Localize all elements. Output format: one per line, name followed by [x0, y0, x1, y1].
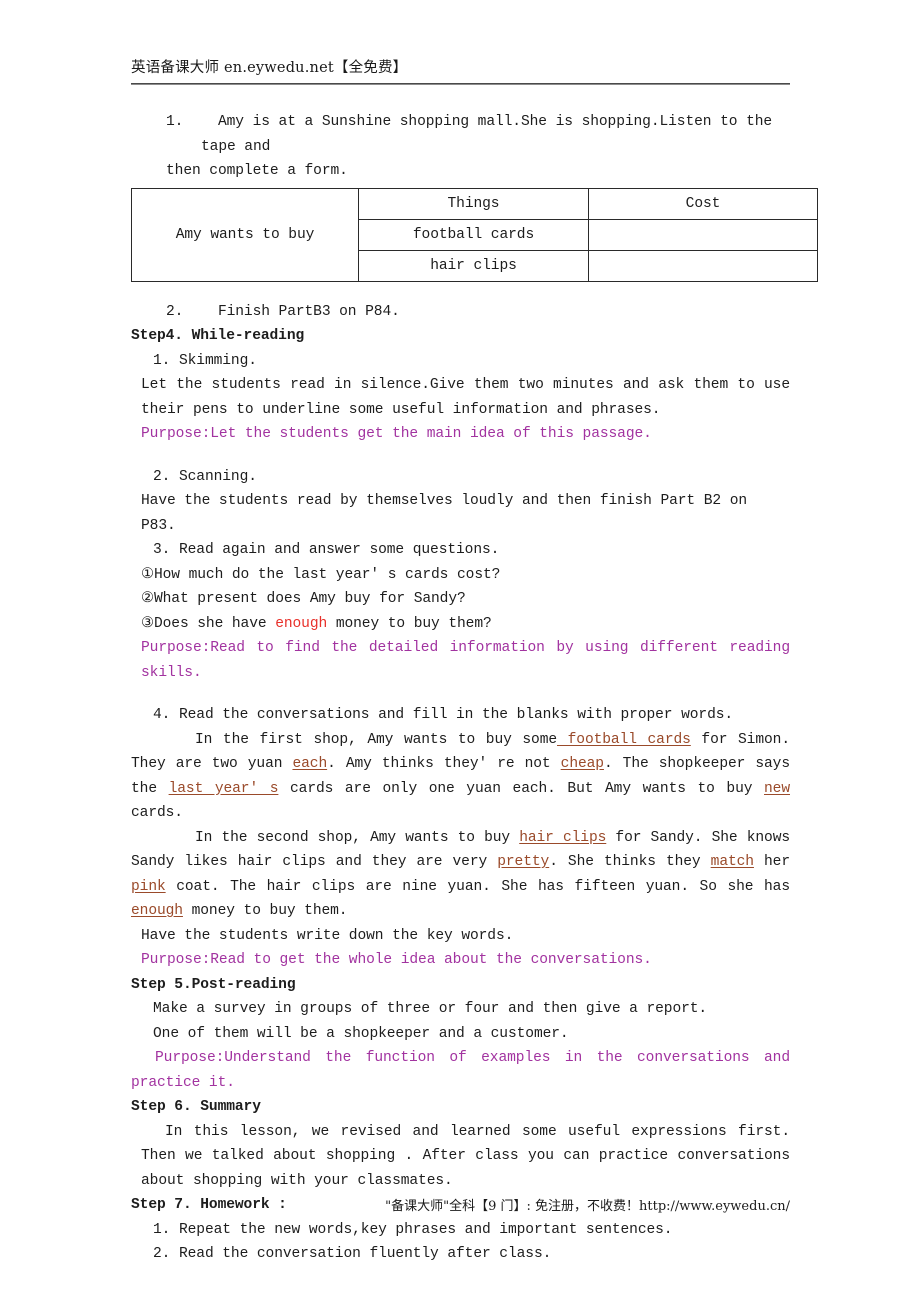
purpose-conversations: Purpose:Read to get the whole idea about…: [141, 952, 652, 968]
p2-text-3: . She thinks they: [549, 854, 711, 870]
question-1: ①How much do the last year' s cards cost…: [141, 566, 501, 583]
page-footer: "备课大师"全科【9 门】: 免注册，不收费！http://www.eywedu…: [131, 1197, 790, 1217]
p2-blank-2: pretty: [497, 854, 550, 870]
table-header-things: Things: [358, 187, 589, 220]
footer-promo-label: "备课大师"全科【9 门】: 免注册，不收费！http://www.eywedu…: [385, 1199, 790, 1214]
task-4-intro: 4. Read the conversations and fill in th…: [153, 707, 734, 723]
p2-blank-3: match: [710, 854, 754, 870]
question-2: ②What present does Amy buy for Sandy?: [141, 591, 466, 607]
purpose-scanning: Purpose:Read to find the detailed inform…: [141, 640, 799, 681]
p2-text-1: In the second shop, Amy wants to buy: [195, 829, 520, 846]
step-6-heading: Step 6. Summary: [131, 1099, 261, 1115]
p1-text-3: . Amy thinks they' re not: [327, 756, 561, 772]
scanning-body: Have the students read by themselves lou…: [141, 493, 756, 534]
fill-blanks-paragraph-1: In the first shop, Amy wants to buy some…: [131, 728, 790, 826]
p2-text-5: coat. The hair clips are nine yuan. She …: [165, 878, 799, 895]
p2-blank-1: hair clips: [519, 829, 607, 846]
page-header: 英语备课大师 en.eywedu.net【全免费】: [131, 58, 790, 85]
key-words-line: Have the students write down the key wor…: [141, 927, 514, 944]
step-5-heading: Step 5.Post-reading: [131, 976, 296, 993]
skimming-body: Let the students read in silence.Give th…: [141, 377, 799, 418]
shopping-form-table-wrap: Amy wants to buy Things Cost football ca…: [131, 187, 818, 282]
p2-text-4: her: [753, 854, 799, 870]
task-1-line-1: 1. Amy is at a Sunshine shopping mall.Sh…: [166, 114, 781, 155]
step-5-line-1: Make a survey in groups of three or four…: [153, 1001, 708, 1017]
p1-blank-1: football cards: [557, 731, 691, 748]
purpose-post-reading: Purpose:Understand the function of examp…: [131, 1050, 799, 1091]
question-3-highlight: enough: [275, 615, 328, 632]
step-4-heading: Step4. While-reading: [131, 328, 305, 344]
shopping-form-table: Amy wants to buy Things Cost football ca…: [131, 187, 818, 282]
questions-intro: 3. Read again and answer some questions.: [153, 542, 500, 558]
document-body: 1. Amy is at a Sunshine shopping mall.Sh…: [131, 110, 818, 1267]
p1-blank-3: cheap: [560, 756, 604, 772]
table-cell-cost-2: [588, 249, 818, 282]
table-cell-cost-1: [588, 218, 818, 251]
step-6-summary-body: In this lesson, we revised and learned s…: [141, 1123, 799, 1189]
table-cell-thing-1: football cards: [358, 218, 589, 251]
document-page: 英语备课大师 en.eywedu.net【全免费】 1. Amy is at a…: [0, 0, 920, 1302]
header-site-label: 英语备课大师 en.eywedu.net【全免费】: [131, 60, 408, 76]
purpose-skimming: Purpose:Let the students get the main id…: [141, 426, 652, 442]
p2-blank-5: enough: [131, 903, 183, 919]
question-3-part-b: money to buy them?: [327, 615, 492, 632]
p1-blank-2: each: [292, 756, 328, 772]
table-row: Amy wants to buy Things Cost: [131, 187, 818, 282]
p1-blank-5: new: [764, 780, 790, 797]
scanning-label: 2. Scanning.: [153, 468, 257, 485]
skimming-label: 1. Skimming.: [153, 352, 257, 369]
table-header-cost: Cost: [588, 187, 818, 220]
p2-text-6: money to buy them.: [182, 903, 348, 919]
p2-blank-4: pink: [131, 878, 166, 895]
task-1-line-2: then complete a form.: [166, 163, 348, 179]
p1-text-5: cards are only one yuan each. But Amy wa…: [278, 780, 765, 797]
step-5-line-2: One of them will be a shopkeeper and a c…: [153, 1025, 569, 1042]
fill-blanks-paragraph-2: In the second shop, Amy wants to buy hai…: [131, 826, 790, 924]
header-rule: [131, 83, 790, 85]
table-cell-thing-2: hair clips: [358, 249, 589, 282]
p1-blank-4: last year' s: [168, 780, 279, 797]
question-3-part-a: ③Does she have: [141, 615, 276, 632]
question-3: ③Does she have enough money to buy them?: [131, 612, 790, 637]
homework-item-1: 1. Repeat the new words,key phrases and …: [153, 1221, 673, 1238]
table-cell-row-label: Amy wants to buy: [131, 187, 359, 282]
p1-text-1: In the first shop, Amy wants to buy some: [195, 731, 558, 748]
homework-item-2: 2. Read the conversation fluently after …: [153, 1246, 552, 1262]
task-2-line: 2. Finish PartB3 on P84.: [166, 303, 400, 320]
